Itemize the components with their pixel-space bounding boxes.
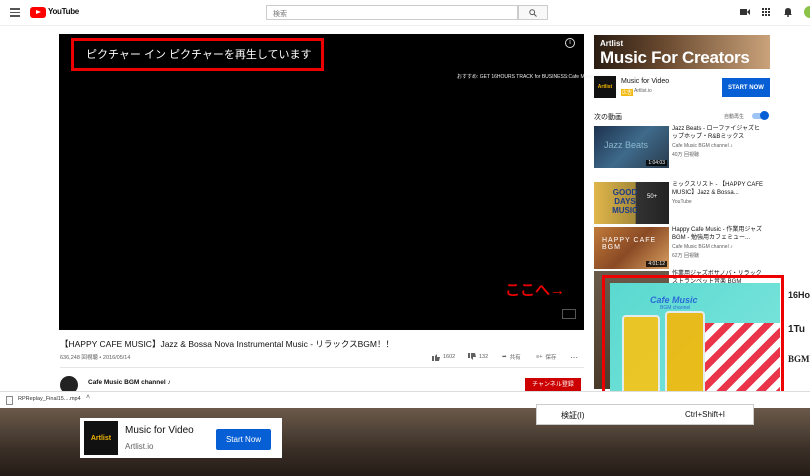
video-meta: 636,248 回視聴 • 2016/05/14 (60, 355, 131, 361)
recommendation-thumbnail[interactable]: Jazz Beats 1:04:03 (594, 126, 669, 168)
save-label: 保存 (545, 355, 557, 361)
bottom-ad-start-button[interactable]: Start Now (216, 429, 271, 450)
recommendation-item[interactable]: GOOD DAYS MUSIC 50+ ミックスリスト - 【HAPPY CAF… (594, 182, 794, 224)
side-thumb-partial: 16Ho 1Tu BGM (786, 282, 810, 392)
dislike-button[interactable]: 132 (468, 353, 488, 361)
thumbs-down-icon (468, 353, 476, 360)
side-text-2: 1Tu (788, 324, 806, 335)
ad-start-button[interactable]: START NOW (722, 78, 770, 97)
recommendation-title[interactable]: ミックスリスト - 【HAPPY CAFE MUSIC】Jazz & Bossa… (672, 182, 764, 197)
more-actions-button[interactable]: ⋯ (570, 353, 578, 362)
bottom-ad-logo[interactable]: Artlist (84, 421, 118, 455)
thumbnail-text: GOOD DAYS MUSIC (612, 188, 638, 215)
bottom-ad-domain: Artlist.io (125, 442, 154, 451)
search-icon (529, 8, 537, 17)
recommendation-channel: Cafe Music BGM channel ♪ (672, 143, 733, 149)
playlist-count: 50+ (647, 194, 658, 200)
divider (60, 367, 584, 368)
context-menu: 検証(I) Ctrl+Shift+I (536, 404, 754, 425)
ad-domain: Artlist.io (634, 88, 652, 94)
youtube-logo-icon[interactable] (30, 7, 46, 18)
video-title: 【HAPPY CAFE MUSIC】Jazz & Bossa Nova Inst… (60, 339, 394, 349)
dislike-count: 132 (479, 354, 489, 360)
brand-name[interactable]: YouTube (48, 7, 79, 16)
recommendation-channel: YouTube (672, 199, 692, 205)
recommendation-item[interactable]: HAPPY CAFE BGM 4:01:12 Happy Cafe Music … (594, 227, 794, 269)
recommendation-thumbnail[interactable]: HAPPY CAFE BGM 4:01:12 (594, 227, 669, 269)
context-menu-inspect[interactable]: 検証(I) (561, 410, 585, 421)
recommendation-item[interactable]: Jazz Beats 1:04:03 Jazz Beats - ローファイジャズ… (594, 126, 794, 168)
watermark-icon (562, 309, 576, 319)
pip-message: ピクチャー イン ピクチャーを再生しています (86, 49, 312, 61)
search-button[interactable] (518, 5, 548, 20)
recommendation-views: 62万 回視聴 (672, 253, 699, 259)
download-filename[interactable]: RPReplay_Final15....mp4 (18, 396, 81, 402)
thumbnail-text: HAPPY CAFE BGM (602, 237, 657, 251)
create-video-icon[interactable] (740, 8, 750, 16)
up-next-label: 次の動画 (594, 114, 622, 121)
top-bar: YouTube 検索 (0, 0, 810, 26)
thumbs-up-icon (432, 354, 440, 361)
apps-icon[interactable] (762, 8, 770, 16)
info-icon[interactable]: i (565, 38, 575, 48)
channel-name[interactable]: Cafe Music BGM channel ♪ (88, 379, 171, 386)
search-input[interactable]: 検索 (266, 5, 518, 20)
share-button[interactable]: ➦ 共有 (502, 353, 521, 361)
autoplay-toggle[interactable] (752, 111, 769, 120)
ad-brand: Artlist (600, 39, 624, 48)
recommendation-title[interactable]: Jazz Beats - ローファイジャズヒップホップ・R&Bミックス (672, 126, 764, 141)
recommendation-views: 40万 回視聴 (672, 152, 699, 158)
recommendation-channel: Cafe Music BGM channel ♪ (672, 244, 733, 250)
save-playlist-icon: ≡+ (536, 354, 543, 360)
sidebar-ad-banner[interactable]: Artlist Music For Creators (594, 35, 770, 69)
bottom-ad-card[interactable]: Artlist Music for Video Artlist.io Start… (80, 418, 282, 458)
annotation-arrow-text: ここへ→ (505, 282, 566, 299)
side-text-3: BGM (788, 354, 810, 364)
notifications-icon[interactable] (784, 7, 792, 17)
duration-badge: 4:01:12 (646, 261, 667, 267)
ad-headline: Music For Creators (600, 48, 750, 67)
like-button[interactable]: 1602 (432, 353, 455, 361)
avatar[interactable] (804, 6, 810, 18)
like-count: 1602 (443, 354, 456, 360)
bottom-ad-title[interactable]: Music for Video (125, 425, 194, 436)
save-button[interactable]: ≡+ 保存 (536, 353, 556, 361)
chevron-up-icon[interactable]: ˄ (86, 394, 90, 401)
file-icon (6, 396, 13, 405)
autoplay-label: 自動再生 (724, 114, 745, 120)
context-menu-shortcut: Ctrl+Shift+I (685, 410, 726, 419)
subscribe-button[interactable]: チャンネル登録 (525, 378, 581, 392)
pip-window-highlight (602, 275, 784, 405)
side-text-1: 16Ho (788, 290, 810, 300)
share-icon: ➦ (502, 354, 507, 360)
toggle-knob (760, 111, 769, 120)
duration-badge: 1:04:03 (646, 160, 667, 166)
ad-badge: 広告 (621, 89, 634, 96)
share-label: 共有 (509, 355, 521, 361)
thumbnail-text: Jazz Beats (604, 140, 649, 150)
ad-title[interactable]: Music for Video (621, 78, 669, 85)
ad-logo[interactable]: Artlist (594, 76, 616, 98)
recommendation-thumbnail[interactable]: GOOD DAYS MUSIC 50+ (594, 182, 669, 224)
recommendation-title[interactable]: Happy Cafe Music - 作業用ジャズBGM - 勉強用カフェミュー… (672, 227, 764, 242)
menu-icon[interactable] (10, 7, 20, 17)
